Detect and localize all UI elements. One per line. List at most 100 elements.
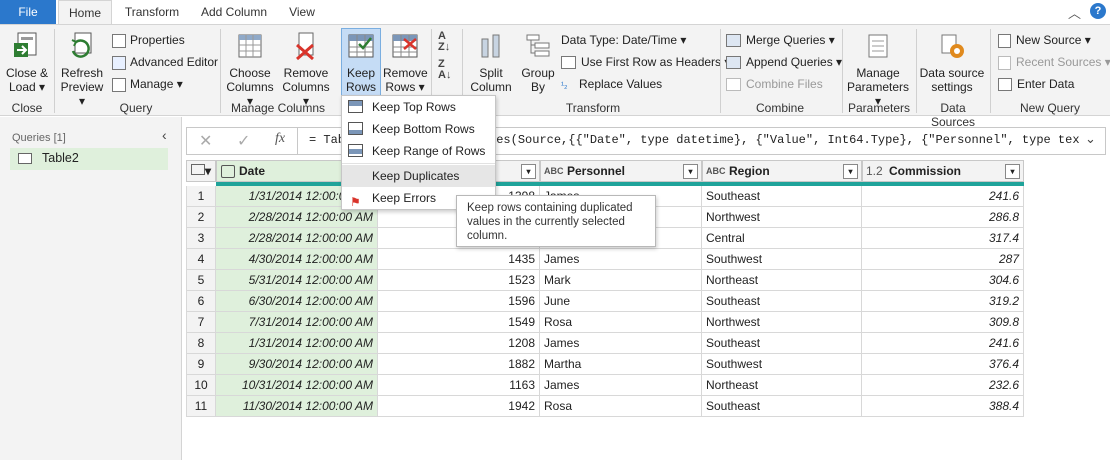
personnel-cell[interactable]: James (540, 375, 702, 396)
region-cell[interactable]: Northeast (702, 375, 862, 396)
commit-formula-icon[interactable]: ✓ (237, 131, 250, 151)
combine-files-button[interactable]: Combine Files (726, 77, 823, 92)
tab-add-column[interactable]: Add Column (194, 0, 274, 24)
date-cell[interactable]: 6/30/2014 12:00:00 AM (216, 291, 378, 312)
choose-columns-button[interactable]: Choose Columns ▾ (222, 31, 278, 108)
personnel-cell[interactable]: June (540, 291, 702, 312)
commission-cell[interactable]: 286.8 (862, 207, 1024, 228)
date-cell[interactable]: 2/28/2014 12:00:00 AM (216, 228, 378, 249)
remove-columns-button[interactable]: Remove Columns ▾ (278, 31, 334, 108)
region-cell[interactable]: Southeast (702, 186, 862, 207)
sort-ascending-icon[interactable]: A Z↓ (438, 31, 450, 53)
expand-formula-icon[interactable]: ⌄ (1085, 131, 1096, 147)
row-number-cell[interactable]: 8 (186, 333, 216, 354)
commission-cell[interactable]: 376.4 (862, 354, 1024, 375)
column-header-personnel[interactable]: ABC Personnel ▾ (540, 160, 702, 182)
region-cell[interactable]: Northeast (702, 270, 862, 291)
commission-cell[interactable]: 241.6 (862, 186, 1024, 207)
column-header-region[interactable]: ABC Region ▾ (702, 160, 862, 182)
commission-cell[interactable]: 317.4 (862, 228, 1024, 249)
group-by-button[interactable]: Group By (518, 31, 558, 94)
date-cell[interactable]: 4/30/2014 12:00:00 AM (216, 249, 378, 270)
advanced-editor-button[interactable]: Advanced Editor (112, 55, 218, 70)
manage-parameters-button[interactable]: Manage Parameters ▾ (846, 31, 910, 108)
query-item-table2[interactable]: Table2 (10, 148, 168, 170)
row-number-cell[interactable]: 3 (186, 228, 216, 249)
value-cell[interactable]: 1596 (378, 291, 540, 312)
data-type-dropdown[interactable]: Data Type: Date/Time ▾ (561, 33, 686, 47)
date-cell[interactable]: 10/31/2014 12:00:00 AM (216, 375, 378, 396)
date-cell[interactable]: 11/30/2014 12:00:00 AM (216, 396, 378, 417)
properties-button[interactable]: Properties (112, 33, 185, 48)
region-cell[interactable]: Central (702, 228, 862, 249)
table-options-icon[interactable]: ▾ (186, 160, 216, 182)
row-number-cell[interactable]: 2 (186, 207, 216, 228)
value-cell[interactable]: 1208 (378, 333, 540, 354)
merge-queries-button[interactable]: Merge Queries ▾ (726, 33, 835, 48)
commission-cell[interactable]: 319.2 (862, 291, 1024, 312)
collapse-ribbon-icon[interactable]: ︿ (1068, 3, 1081, 22)
commission-cell[interactable]: 309.8 (862, 312, 1024, 333)
row-number-cell[interactable]: 11 (186, 396, 216, 417)
sort-descending-icon[interactable]: Z A↓ (438, 59, 451, 81)
commission-cell[interactable]: 232.6 (862, 375, 1024, 396)
new-source-button[interactable]: New Source ▾ (998, 33, 1091, 48)
value-cell[interactable]: 1549 (378, 312, 540, 333)
value-cell[interactable]: 1163 (378, 375, 540, 396)
region-cell[interactable]: Southeast (702, 291, 862, 312)
recent-sources-button[interactable]: Recent Sources ▾ (998, 55, 1110, 70)
fx-icon[interactable]: fx (275, 131, 285, 147)
replace-values-button[interactable]: ¹₂ Replace Values (561, 77, 662, 92)
menu-item-keep-bottom-rows[interactable]: Keep Bottom Rows (342, 118, 495, 140)
column-header-commission[interactable]: 1.2 Commission ▾ (862, 160, 1024, 182)
append-queries-button[interactable]: Append Queries ▾ (726, 55, 842, 70)
personnel-cell[interactable]: Rosa (540, 312, 702, 333)
commission-cell[interactable]: 304.6 (862, 270, 1024, 291)
date-cell[interactable]: 7/31/2014 12:00:00 AM (216, 312, 378, 333)
enter-data-button[interactable]: Enter Data (998, 77, 1074, 92)
filter-dropdown-icon[interactable]: ▾ (843, 164, 858, 179)
row-number-cell[interactable]: 1 (186, 186, 216, 207)
region-cell[interactable]: Northwest (702, 312, 862, 333)
first-row-headers-button[interactable]: Use First Row as Headers ▾ (561, 55, 730, 70)
region-cell[interactable]: Northwest (702, 207, 862, 228)
personnel-cell[interactable]: Rosa (540, 396, 702, 417)
filter-dropdown-icon[interactable]: ▾ (683, 164, 698, 179)
personnel-cell[interactable]: Martha (540, 354, 702, 375)
row-number-cell[interactable]: 7 (186, 312, 216, 333)
date-cell[interactable]: 5/31/2014 12:00:00 AM (216, 270, 378, 291)
row-number-cell[interactable]: 10 (186, 375, 216, 396)
filter-dropdown-icon[interactable]: ▾ (1005, 164, 1020, 179)
manage-button[interactable]: Manage ▾ (112, 77, 183, 92)
commission-cell[interactable]: 241.6 (862, 333, 1024, 354)
close-load-button[interactable]: Close & Load ▾ (4, 31, 50, 94)
refresh-preview-button[interactable]: Refresh Preview ▾ (56, 31, 108, 108)
row-number-cell[interactable]: 9 (186, 354, 216, 375)
menu-item-keep-top-rows[interactable]: Keep Top Rows (342, 96, 495, 118)
region-cell[interactable]: Southeast (702, 333, 862, 354)
region-cell[interactable]: Southeast (702, 396, 862, 417)
cancel-formula-icon[interactable]: ✕ (199, 131, 212, 151)
tab-file[interactable]: File (0, 0, 56, 24)
tab-view[interactable]: View (280, 0, 324, 24)
value-cell[interactable]: 1942 (378, 396, 540, 417)
collapse-pane-icon[interactable]: ‹ (162, 127, 167, 143)
value-cell[interactable]: 1882 (378, 354, 540, 375)
row-number-cell[interactable]: 4 (186, 249, 216, 270)
data-source-settings-button[interactable]: Data source settings (918, 31, 986, 94)
personnel-cell[interactable]: Mark (540, 270, 702, 291)
commission-cell[interactable]: 287 (862, 249, 1024, 270)
tab-home[interactable]: Home (58, 0, 112, 24)
help-icon[interactable]: ? (1090, 3, 1106, 19)
value-cell[interactable]: 1523 (378, 270, 540, 291)
row-number-cell[interactable]: 6 (186, 291, 216, 312)
menu-item-keep-duplicates[interactable]: Keep Duplicates (342, 165, 495, 187)
row-number-cell[interactable]: 5 (186, 270, 216, 291)
date-cell[interactable]: 9/30/2014 12:00:00 AM (216, 354, 378, 375)
personnel-cell[interactable]: James (540, 249, 702, 270)
region-cell[interactable]: Southwest (702, 249, 862, 270)
region-cell[interactable]: Southwest (702, 354, 862, 375)
personnel-cell[interactable]: James (540, 333, 702, 354)
remove-rows-button[interactable]: Remove Rows ▾ (383, 31, 428, 94)
keep-rows-button[interactable]: Keep Rows ▾ (341, 28, 381, 108)
